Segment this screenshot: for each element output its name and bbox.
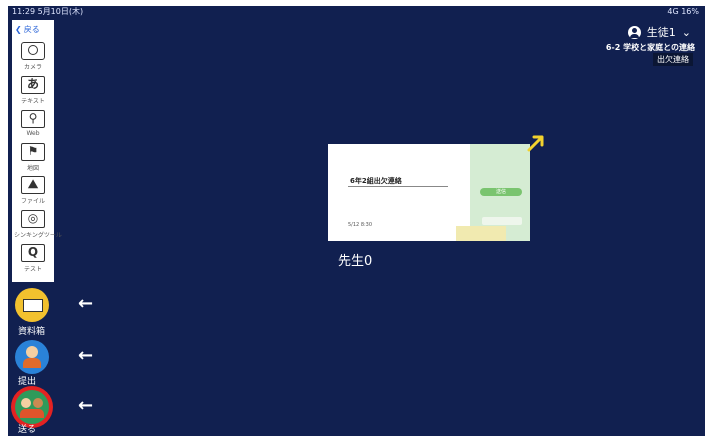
user-icon <box>627 25 641 39</box>
arrow-left-icon: ← <box>78 345 94 366</box>
chevron-down-icon: ⌄ <box>681 25 691 39</box>
camera-icon <box>21 42 45 60</box>
back-label: 戻る <box>23 25 40 34</box>
app-screen: 11:29 5月10日(木) 4G 16% 生徒1 ⌄ 6-2 学校と家庭との連… <box>8 6 705 436</box>
student-icon <box>26 346 38 358</box>
tool-label: シンキングツール <box>14 232 62 239</box>
arrow-up-right-icon <box>527 135 544 152</box>
test-tool-button[interactable]: Q テスト <box>14 244 52 273</box>
submit-label: 提出 <box>18 377 37 387</box>
map-tool-button[interactable]: ⚑ 地図 <box>14 143 52 172</box>
text-icon: あ <box>21 76 45 94</box>
thinking-tool-icon: ◎ <box>21 210 45 228</box>
back-button[interactable]: ❮ 戻る <box>15 24 40 35</box>
chevron-left-icon: ❮ <box>15 25 22 34</box>
tray-icon <box>23 299 43 312</box>
tool-sidebar: ❮ 戻る カメラ あ テキスト ⚲ Web ⚑ 地図 ⛰ ファイル ◎ シンキン… <box>12 20 62 282</box>
people-icon <box>33 398 43 408</box>
send-label: 送る <box>18 425 37 435</box>
card-date: 5/12 8:30 <box>348 222 373 228</box>
people-icon <box>21 398 31 408</box>
camera-tool-button[interactable]: カメラ <box>14 42 52 71</box>
web-icon: ⚲ <box>21 110 45 128</box>
card-divider <box>348 186 448 187</box>
file-tool-button[interactable]: ⛰ ファイル <box>14 176 52 205</box>
tool-label: ファイル <box>20 198 45 205</box>
student-body-icon <box>23 358 41 368</box>
map-icon: ⚑ <box>21 143 45 161</box>
arrow-left-icon: ← <box>78 293 94 314</box>
card-owner-label: 先生0 <box>338 254 373 269</box>
tool-label: テスト <box>23 266 42 273</box>
people-body-icon <box>20 409 44 418</box>
tool-label: 地図 <box>26 165 39 172</box>
material-box-button[interactable] <box>15 288 49 322</box>
card-thumbnail <box>456 226 506 241</box>
arrow-left-icon: ← <box>78 395 94 416</box>
tool-label: テキスト <box>21 98 45 105</box>
material-box-label: 資料箱 <box>18 327 46 337</box>
card-icon-row <box>482 217 522 225</box>
attendance-card[interactable]: 6年2組出欠連絡 送信 5/12 8:30 <box>328 144 530 241</box>
user-menu[interactable]: 生徒1 ⌄ <box>627 24 691 40</box>
class-subtitle: 出欠連絡 <box>653 53 693 66</box>
user-name: 生徒1 <box>646 26 676 39</box>
card-title: 6年2組出欠連絡 <box>350 177 402 185</box>
status-bar: 11:29 5月10日(木) 4G 16% <box>8 6 705 18</box>
card-send-button[interactable]: 送信 <box>480 188 522 196</box>
status-time: 11:29 5月10日(木) <box>12 7 84 16</box>
thinking-tool-button[interactable]: ◎ シンキングツール <box>14 210 62 239</box>
status-battery: 4G 16% <box>667 7 699 16</box>
test-icon: Q <box>21 244 45 262</box>
web-tool-button[interactable]: ⚲ Web <box>14 110 52 137</box>
send-button[interactable] <box>15 390 49 424</box>
text-tool-button[interactable]: あ テキスト <box>14 76 52 105</box>
class-title: 6-2 学校と家庭との連絡 <box>605 43 695 52</box>
submit-button[interactable] <box>15 340 49 374</box>
tool-label: Web <box>26 130 40 137</box>
file-icon: ⛰ <box>21 176 45 194</box>
tool-label: カメラ <box>23 64 42 71</box>
